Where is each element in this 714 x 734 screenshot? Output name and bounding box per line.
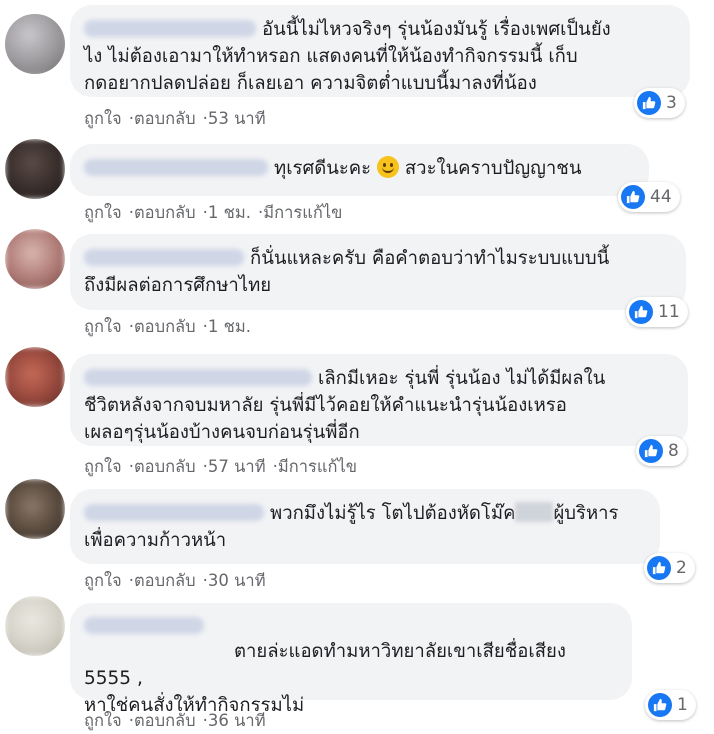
comment-actions: ถูกใจ ·ตอบกลับ ·1 ชม. ·มีการแก้ไข bbox=[84, 203, 343, 222]
comment-text-line: เลิกมีเหอะ รุ่นพี่ รุ่นน้อง ไม่ได้มีผลใน bbox=[318, 368, 606, 389]
author-name[interactable] bbox=[84, 20, 256, 37]
reaction-number: 11 bbox=[658, 302, 680, 322]
comment-actions: ถูกใจ ·ตอบกลับ ·1 ชม. bbox=[84, 317, 251, 336]
comment-actions: ถูกใจ ·ตอบกลับ ·30 นาที bbox=[84, 571, 266, 590]
comment-bubble: เลิกมีเหอะ รุ่นพี่ รุ่นน้อง ไม่ได้มีผลใน… bbox=[70, 354, 688, 446]
reaction-count[interactable]: 8 bbox=[636, 436, 687, 466]
comment-bubble: ทุเรศดีนะคะ สวะในคราบปัญญาชน bbox=[70, 144, 649, 196]
edited-label[interactable]: มีการแก้ไข bbox=[263, 203, 342, 222]
avatar[interactable] bbox=[5, 596, 65, 656]
author-name[interactable] bbox=[84, 617, 204, 634]
like-link[interactable]: ถูกใจ bbox=[84, 317, 122, 336]
comment-text-line: ถึงมีผลต่อการศึกษาไทย bbox=[84, 275, 272, 296]
thumbs-up-icon bbox=[639, 439, 663, 463]
thumbs-up-icon bbox=[629, 300, 653, 324]
comment-bubble: ตายล่ะแอดทำมหาวิทยาลัยเขาเสียชื่อเสียง 5… bbox=[70, 603, 632, 716]
reply-link[interactable]: ตอบกลับ bbox=[134, 571, 196, 590]
comment-actions: ถูกใจ ·ตอบกลับ ·57 นาที ·มีการแก้ไข bbox=[84, 457, 358, 476]
thumbs-up-icon bbox=[647, 556, 671, 580]
reaction-count[interactable]: 2 bbox=[644, 553, 695, 583]
comment-bubble: ก็นั่นแหละครับ คือคำตอบว่าทำไมระบบแบบนี้… bbox=[70, 234, 686, 310]
reply-link[interactable]: ตอบกลับ bbox=[134, 203, 196, 222]
reaction-number: 44 bbox=[650, 187, 672, 207]
avatar[interactable] bbox=[5, 139, 65, 199]
comment-actions: ถูกใจ ·ตอบกลับ ·53 นาที bbox=[84, 109, 266, 128]
comment-timestamp[interactable]: 53 นาที bbox=[208, 109, 266, 128]
author-name[interactable] bbox=[84, 249, 244, 266]
avatar[interactable] bbox=[5, 479, 65, 539]
thumbs-up-icon bbox=[637, 91, 661, 115]
reaction-number: 1 bbox=[677, 695, 688, 715]
comment-timestamp[interactable]: 30 นาที bbox=[208, 571, 266, 590]
comment-text-line: ไง ไม่ต้องเอามาให้ทำหรอก แสดงคนที่ให้น้อ… bbox=[84, 46, 578, 67]
like-link[interactable]: ถูกใจ bbox=[84, 109, 122, 128]
comment-text-line: ก็นั่นแหละครับ คือคำตอบว่าทำไมระบบแบบนี้ bbox=[250, 248, 610, 269]
thumbs-up-icon bbox=[648, 693, 672, 717]
reaction-number: 3 bbox=[666, 93, 677, 113]
comment-timestamp[interactable]: 1 ชม. bbox=[208, 317, 251, 336]
reaction-count[interactable]: 11 bbox=[626, 297, 688, 327]
avatar[interactable] bbox=[5, 347, 65, 407]
avatar[interactable] bbox=[5, 14, 65, 74]
comment-timestamp[interactable]: 36 นาที bbox=[208, 711, 266, 730]
censored-word bbox=[515, 502, 554, 522]
thumbs-up-icon bbox=[621, 185, 645, 209]
comment-text-line: เพื่อความก้าวหน้า bbox=[84, 530, 227, 551]
comment-text-line: ชีวิตหลังจากจบมหาลัย รุ่นพี่มีไว้คอยให้ค… bbox=[84, 395, 567, 416]
comment-text-line: สวะในคราบปัญญาชน bbox=[404, 158, 582, 179]
comment-actions: ถูกใจ ·ตอบกลับ ·36 นาที bbox=[84, 711, 266, 730]
comment-timestamp[interactable]: 57 นาที bbox=[208, 457, 266, 476]
comment-text-line: ผู้บริหาร bbox=[553, 503, 619, 524]
reaction-count[interactable]: 1 bbox=[645, 690, 696, 720]
reply-link[interactable]: ตอบกลับ bbox=[134, 109, 196, 128]
author-name[interactable] bbox=[84, 159, 268, 176]
comment-timestamp[interactable]: 1 ชม. bbox=[208, 203, 251, 222]
comment-bubble: พวกมึงไม่รู้ไร โตไปต้องหัดโม๊ค ผู้บริหาร … bbox=[70, 489, 660, 564]
smiling-face-icon bbox=[377, 156, 399, 178]
comment-text-line: อันนี้ไม่ไหวจริงๆ รุ่นน้องมันรู้ เรื่องเ… bbox=[262, 19, 611, 40]
reply-link[interactable]: ตอบกลับ bbox=[134, 457, 196, 476]
author-name[interactable] bbox=[84, 504, 264, 521]
like-link[interactable]: ถูกใจ bbox=[84, 711, 122, 730]
reaction-number: 8 bbox=[668, 441, 679, 461]
reply-link[interactable]: ตอบกลับ bbox=[134, 711, 196, 730]
reaction-count[interactable]: 44 bbox=[618, 182, 680, 212]
reply-link[interactable]: ตอบกลับ bbox=[134, 317, 196, 336]
edited-label[interactable]: มีการแก้ไข bbox=[278, 457, 357, 476]
comment-text-line: พวกมึงไม่รู้ไร โตไปต้องหัดโม๊ค bbox=[270, 503, 516, 524]
comment-bubble: อันนี้ไม่ไหวจริงๆ รุ่นน้องมันรู้ เรื่องเ… bbox=[70, 5, 690, 97]
like-link[interactable]: ถูกใจ bbox=[84, 203, 122, 222]
reaction-count[interactable]: 3 bbox=[634, 88, 685, 118]
comment-text-line: ตายล่ะแอดทำมหาวิทยาลัยเขาเสียชื่อเสียง bbox=[234, 641, 566, 662]
reaction-number: 2 bbox=[676, 558, 687, 578]
comment-text-line: ทุเรศดีนะคะ bbox=[274, 158, 372, 179]
like-link[interactable]: ถูกใจ bbox=[84, 457, 122, 476]
like-link[interactable]: ถูกใจ bbox=[84, 571, 122, 590]
comment-text-line: 5555 , bbox=[84, 668, 143, 689]
avatar[interactable] bbox=[5, 229, 65, 289]
comment-text-line: กดอยากปลดปล่อย ก็เลยเอา ความจิตต่ำแบบนี้… bbox=[84, 73, 537, 94]
author-name[interactable] bbox=[84, 369, 312, 386]
comment-text-line: เผลอๆรุ่นน้องบ้างคนจบก่อนรุ่นพี่อีก bbox=[84, 422, 360, 443]
